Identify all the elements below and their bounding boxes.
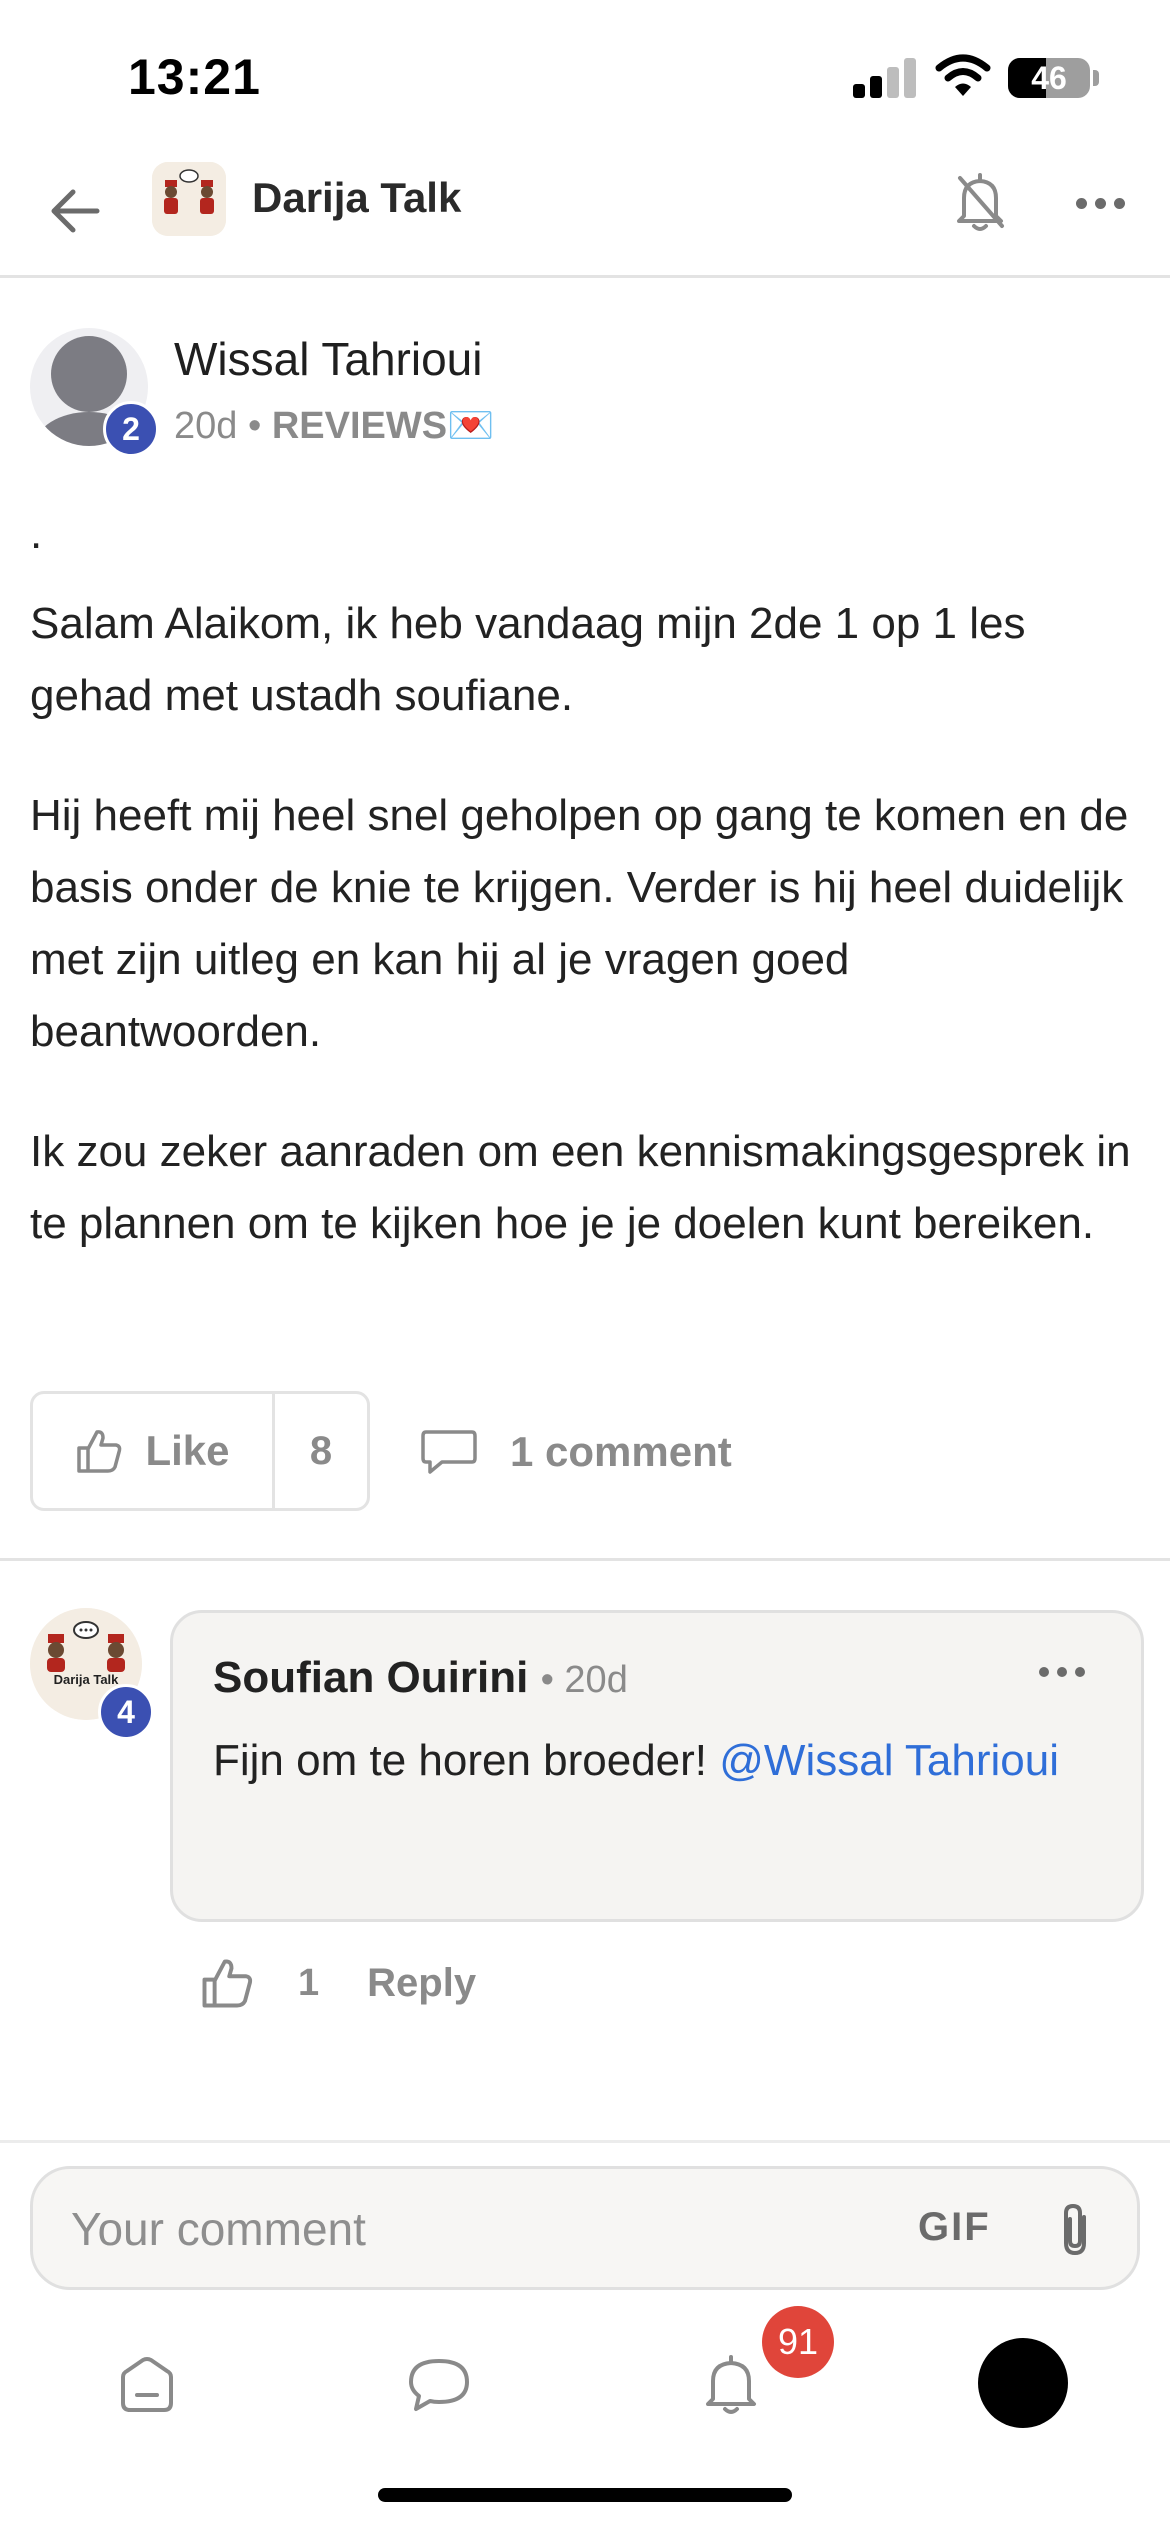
like-button[interactable]: Like: [33, 1394, 275, 1508]
comment-text: Fijn om te horen broeder! @Wissal Tahrio…: [213, 1725, 1093, 1797]
group-title[interactable]: Darija Talk: [252, 174, 461, 222]
darija-talk-logo-icon: [152, 162, 226, 236]
cellular-signal-icon: [853, 58, 917, 98]
thumbs-up-icon: [77, 1430, 122, 1473]
meta-separator: •: [247, 405, 262, 447]
logo-text: Darija Talk: [54, 1672, 120, 1687]
post-body: . Salam Alaikom, ik heb vandaag mijn 2de…: [30, 498, 1140, 1308]
dot: [1075, 1667, 1085, 1677]
comment-like-count[interactable]: 1: [298, 1962, 319, 2005]
attachment-button[interactable]: [1045, 2195, 1105, 2265]
status-bar: 13:21 46: [0, 0, 1170, 150]
mention-link[interactable]: @Wissal Tahrioui: [719, 1736, 1059, 1785]
comment-bubble-icon: [421, 1430, 477, 1474]
like-control: Like 8: [30, 1391, 370, 1511]
home-icon: [121, 2357, 173, 2412]
comment-like-button[interactable]: [200, 1957, 254, 2009]
notification-count-badge: 91: [762, 2306, 834, 2378]
commenter-name[interactable]: Soufian Ouirini • 20d: [213, 1653, 628, 1703]
dot: [1094, 197, 1106, 209]
dot: [1113, 197, 1125, 209]
composer-divider: [0, 2140, 1170, 2143]
post-paragraph: Hij heeft mij heel snel geholpen op gang…: [30, 791, 1129, 1056]
notifications-icon: [706, 2355, 756, 2414]
tab-notifications[interactable]: [686, 2345, 776, 2425]
tab-profile-avatar[interactable]: [978, 2338, 1068, 2428]
gif-button[interactable]: GIF: [918, 2205, 991, 2250]
divider: [0, 1558, 1170, 1561]
battery-icon: 46: [1008, 58, 1090, 98]
reply-button[interactable]: Reply: [367, 1961, 476, 2006]
comment-text-body: Fijn om te horen broeder!: [213, 1736, 720, 1785]
post-paragraph: Salam Alaikom, ik heb vandaag mijn 2de 1…: [30, 599, 1026, 720]
arrow-left-icon: [51, 189, 100, 233]
dot: [1075, 197, 1087, 209]
mute-notifications-button[interactable]: [945, 168, 1015, 238]
battery-level: 46: [1031, 60, 1067, 96]
commenter-name-text: Soufian Ouirini: [213, 1653, 529, 1702]
tab-chat[interactable]: [394, 2345, 484, 2425]
group-logo[interactable]: [152, 162, 226, 236]
battery-tip: [1093, 70, 1099, 86]
post-category[interactable]: REVIEWS💌: [272, 405, 495, 447]
commenter-level-badge: 4: [98, 1684, 154, 1740]
home-indicator: [378, 2488, 792, 2502]
dot: [1057, 1667, 1067, 1677]
comment-bubble: Soufian Ouirini • 20d Fijn om te horen b…: [170, 1610, 1144, 1922]
top-navigation-bar: Darija Talk: [0, 150, 1170, 278]
like-label: Like: [145, 1427, 230, 1474]
comments-count-label: 1 comment: [510, 1428, 732, 1475]
comment-more-button[interactable]: [1039, 1667, 1085, 1677]
more-options-button[interactable]: [1060, 168, 1140, 238]
comment-actions: 1 Reply: [200, 1948, 476, 2018]
comment-input[interactable]: [71, 2199, 871, 2259]
post-paragraph: Ik zou zeker aanraden om een kennismakin…: [30, 1127, 1131, 1248]
tab-home[interactable]: [102, 2345, 192, 2425]
status-time: 13:21: [128, 49, 261, 105]
comment-composer: GIF: [30, 2166, 1140, 2290]
wifi-icon: [935, 54, 991, 96]
post-meta: 20d • REVIEWS💌: [174, 404, 494, 448]
paperclip-icon: [1064, 2203, 1086, 2256]
post-author-name[interactable]: Wissal Tahrioui: [174, 332, 482, 386]
post-time: 20d: [174, 405, 238, 447]
author-level-badge: 2: [103, 401, 159, 457]
comments-count-button[interactable]: 1 comment: [420, 1412, 732, 1492]
post-paragraph: .: [30, 509, 43, 558]
comment-time: • 20d: [540, 1659, 628, 1701]
back-button[interactable]: [40, 176, 110, 246]
chat-icon: [409, 2359, 469, 2411]
bell-off-icon: [957, 173, 1004, 231]
dot: [1039, 1667, 1049, 1677]
like-count-button[interactable]: 8: [275, 1394, 367, 1508]
